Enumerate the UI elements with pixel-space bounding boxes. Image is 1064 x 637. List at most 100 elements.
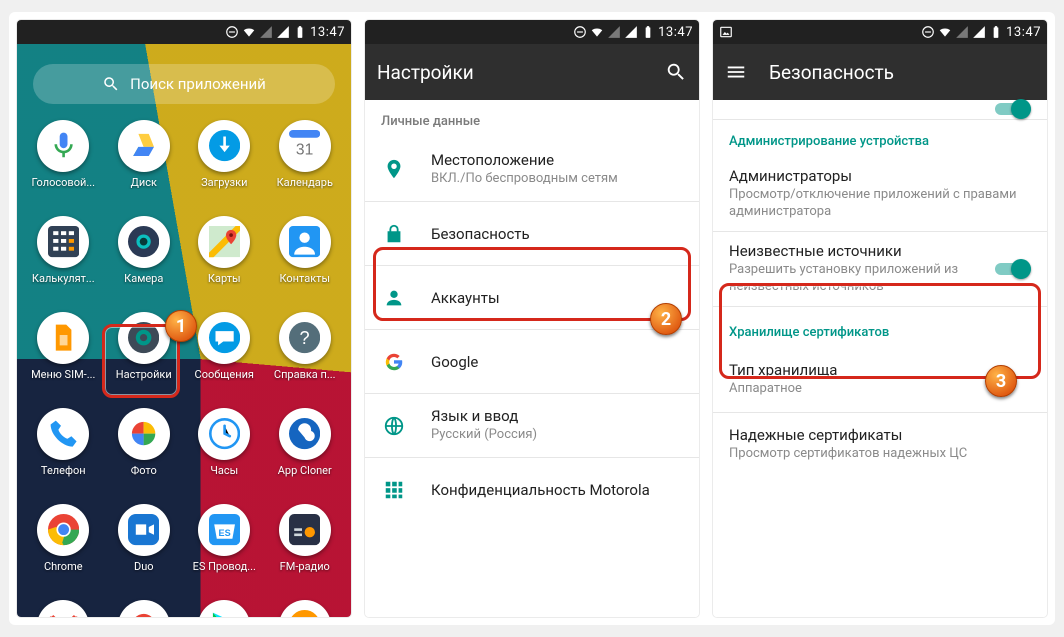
app-label: Duo: [106, 560, 182, 573]
settings-row-googleG[interactable]: Google: [365, 329, 699, 393]
app-duo[interactable]: Duo: [104, 504, 185, 582]
app-label: App Cloner: [267, 464, 343, 477]
row-label: Конфиденциальность Motorola: [431, 481, 683, 499]
section-cert-store: Хранилище сертификатов: [713, 306, 1047, 348]
app-gear[interactable]: Настройки: [104, 312, 185, 390]
row-administrators[interactable]: Администраторы Просмотр/отключение прило…: [713, 157, 1047, 231]
row-label: Неизвестные источники: [729, 242, 971, 260]
signal-icon: [624, 25, 638, 39]
clock-icon: [198, 408, 250, 460]
dnd-icon: [921, 25, 935, 39]
row-label: Надежные сертификаты: [729, 426, 1031, 444]
app-grid: Голосовой... Диск Загрузки Календарь Кал…: [17, 114, 351, 617]
sms-icon: [198, 312, 250, 364]
menu-icon[interactable]: [725, 61, 747, 83]
app-label: Меню SIM-...: [25, 368, 101, 381]
app-mic[interactable]: Голосовой...: [23, 120, 104, 198]
drive-icon: [118, 120, 170, 172]
screenshot-icon: [719, 25, 733, 39]
app-photos[interactable]: Фото: [104, 408, 185, 486]
googleG-icon: [381, 351, 407, 373]
signal-icon: [955, 25, 969, 39]
row-unknown-sources[interactable]: Неизвестные источники Разрешить установк…: [713, 231, 1047, 306]
app-label: ES Провод...: [186, 560, 262, 573]
settings-row-lock[interactable]: Безопасность: [365, 201, 699, 265]
app-label: Голосовой...: [25, 176, 101, 189]
app-google[interactable]: Google: [104, 600, 185, 617]
status-time: 13:47: [658, 25, 693, 40]
app-clock[interactable]: Часы: [184, 408, 265, 486]
maps-icon: [198, 216, 250, 268]
status-bar: 13:47: [713, 20, 1047, 44]
app-label: FM-радио: [267, 560, 343, 573]
signal-icon: [259, 25, 273, 39]
row-trusted-certs[interactable]: Надежные сертификаты Просмотр сертификат…: [713, 412, 1047, 476]
sim-icon: [37, 312, 89, 364]
app-label: Справка п...: [267, 368, 343, 381]
app-label: Контакты: [267, 272, 343, 285]
calendar31-icon: [279, 120, 331, 172]
app-label: Настройки: [106, 368, 182, 381]
row-sub: Аппаратное: [729, 381, 1031, 398]
row-storage-type[interactable]: Тип хранилища Аппаратное: [713, 348, 1047, 412]
status-bar: 13:47: [17, 20, 351, 44]
toggle-partial[interactable]: [995, 100, 1031, 118]
app-sms[interactable]: Сообщения: [184, 312, 265, 390]
chrome-icon: [37, 504, 89, 556]
app-label: Карты: [186, 272, 262, 285]
settings-row-account[interactable]: Аккаунты: [365, 265, 699, 329]
photos-icon: [118, 408, 170, 460]
app-cloner[interactable]: App Cloner: [265, 408, 346, 486]
app-maps[interactable]: Карты: [184, 216, 265, 294]
dnd-icon: [225, 25, 239, 39]
app-label: Диск: [106, 176, 182, 189]
app-contact[interactable]: Контакты: [265, 216, 346, 294]
app-play[interactable]: Google Play: [184, 600, 265, 617]
search-icon[interactable]: [665, 61, 687, 83]
app-es[interactable]: ES Провод...: [184, 504, 265, 582]
lock-icon: [381, 223, 407, 245]
section-personal: Личные данные: [365, 100, 699, 137]
help-icon: [279, 312, 331, 364]
settings-row-apps[interactable]: Конфиденциальность Motorola: [365, 457, 699, 521]
gmail-icon: [37, 600, 89, 617]
app-calendar31[interactable]: Календарь: [265, 120, 346, 198]
row-sub: ВКЛ./По беспроводным сетям: [431, 171, 683, 188]
app-label: Chrome: [25, 560, 101, 573]
signal-icon: [972, 25, 986, 39]
contact-icon: [279, 216, 331, 268]
screen-security: 13:47 Безопасность Администрирование уст…: [713, 20, 1047, 617]
app-label: Часы: [186, 464, 262, 477]
appbar: Настройки: [365, 44, 699, 100]
phone-icon: [37, 408, 89, 460]
mic-icon: [37, 120, 89, 172]
duo-icon: [118, 504, 170, 556]
app-help[interactable]: Справка п...: [265, 312, 346, 390]
app-drive[interactable]: Диск: [104, 120, 185, 198]
settings-row-globe[interactable]: Язык и ввод Русский (Россия): [365, 393, 699, 457]
app-calc[interactable]: Калькулят...: [23, 216, 104, 294]
row-label: Тип хранилища: [729, 361, 1031, 379]
app-sim[interactable]: Меню SIM-...: [23, 312, 104, 390]
app-camera[interactable]: Камера: [104, 216, 185, 294]
search-apps-input[interactable]: Поиск приложений: [33, 64, 335, 104]
app-phone[interactable]: Телефон: [23, 408, 104, 486]
app-download[interactable]: Загрузки: [184, 120, 265, 198]
appbar: Безопасность: [713, 44, 1047, 100]
app-music[interactable]: [265, 600, 346, 617]
apps-icon: [381, 479, 407, 501]
status-bar: 13:47: [365, 20, 699, 44]
app-gmail[interactable]: Gmail: [23, 600, 104, 617]
row-label: Администраторы: [729, 167, 1031, 185]
app-radio[interactable]: FM-радио: [265, 504, 346, 582]
app-label: Загрузки: [186, 176, 262, 189]
app-chrome[interactable]: Chrome: [23, 504, 104, 582]
section-admin: Администрирование устройства: [713, 120, 1047, 157]
loc-icon: [381, 158, 407, 180]
row-sub: Разрешить установку приложений из неизве…: [729, 262, 971, 296]
google-icon: [118, 600, 170, 617]
status-time: 13:47: [310, 25, 345, 40]
settings-row-loc[interactable]: Местоположение ВКЛ./По беспроводным сетя…: [365, 137, 699, 201]
unknown-sources-toggle[interactable]: [995, 260, 1031, 278]
app-label: Телефон: [25, 464, 101, 477]
